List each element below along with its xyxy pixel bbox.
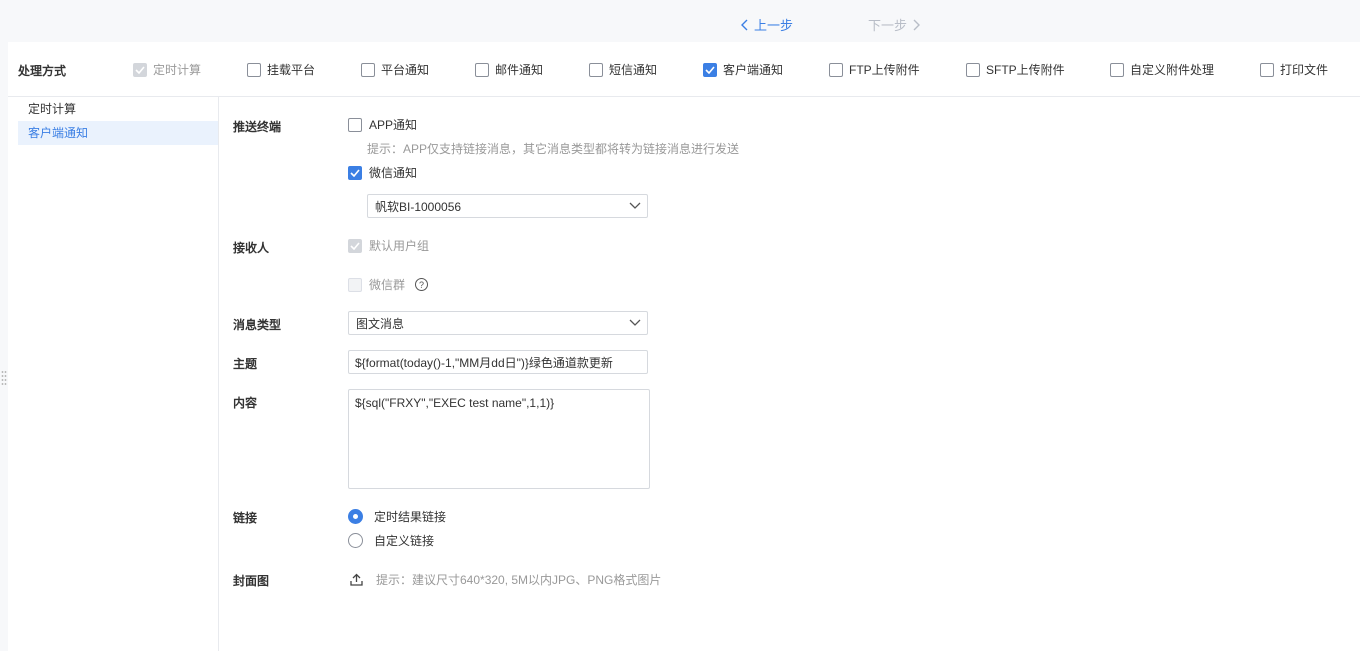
link-option-custom[interactable]: 自定义链接 [348, 532, 434, 549]
radio-selected[interactable] [348, 509, 363, 524]
method-option-client-notify[interactable]: 客户端通知 [703, 61, 783, 78]
checkbox[interactable] [829, 62, 843, 77]
processing-method-label: 处理方式 [18, 64, 67, 78]
processing-method-row: 处理方式 定时计算 挂载平台 平台通知 邮件通知 短信通知 客户端通知 FTP上… [8, 42, 1360, 97]
method-option-sftp-upload[interactable]: SFTP上传附件 [966, 61, 1065, 78]
message-type-label: 消息类型 [233, 318, 282, 332]
wechat-account-select[interactable]: 帆软BI-1000056 [367, 194, 648, 218]
sidebar: 定时计算 客户端通知 [8, 97, 219, 651]
checkbox-checked[interactable] [703, 62, 717, 77]
content-label: 内容 [233, 396, 258, 410]
link-option-scheduled-result[interactable]: 定时结果链接 [348, 508, 446, 525]
settings-panel: 处理方式 定时计算 挂载平台 平台通知 邮件通知 短信通知 客户端通知 FTP上… [8, 42, 1360, 651]
checkbox[interactable] [1260, 62, 1274, 77]
link-label: 链接 [233, 511, 258, 525]
method-option-print-file[interactable]: 打印文件 [1260, 61, 1328, 78]
chevron-left-icon [741, 19, 748, 30]
checkbox-checked[interactable] [348, 165, 362, 180]
subject-label: 主题 [233, 357, 258, 371]
checkbox-checked-disabled [133, 62, 147, 77]
content-textarea[interactable]: ${sql("FRXY","EXEC test name",1,1)} [348, 389, 650, 489]
next-step-label: 下一步 [868, 18, 908, 33]
prev-step-button[interactable]: 上一步 [740, 15, 793, 34]
sidebar-item-scheduled-calc[interactable]: 定时计算 [18, 97, 218, 121]
cover-upload[interactable]: 提示：建议尺寸640*320, 5M以内JPG、PNG格式图片 [350, 571, 661, 588]
checkbox[interactable] [348, 117, 362, 132]
chevron-down-icon [629, 202, 641, 209]
checkbox[interactable] [966, 62, 980, 77]
checkbox-checked-disabled [348, 238, 362, 253]
checkbox[interactable] [589, 62, 603, 77]
checkbox[interactable] [475, 62, 489, 77]
wechat-notify-option[interactable]: 微信通知 [348, 164, 417, 181]
checkbox[interactable] [361, 62, 375, 77]
checkbox[interactable] [247, 62, 261, 77]
chevron-right-icon [913, 19, 921, 30]
method-option-sms-notify[interactable]: 短信通知 [589, 61, 657, 78]
subject-input[interactable]: ${format(today()-1,"MM月dd日")}绿色通道款更新 [348, 350, 648, 374]
sidebar-item-client-notify[interactable]: 客户端通知 [18, 121, 218, 145]
app-notify-option[interactable]: APP通知 [348, 116, 417, 133]
prev-step-label: 上一步 [754, 18, 794, 33]
wizard-nav: 上一步 下一步 [0, 0, 1360, 42]
default-group-option: 默认用户组 [348, 237, 429, 254]
next-step-button[interactable]: 下一步 [868, 15, 921, 34]
cover-hint: 提示：建议尺寸640*320, 5M以内JPG、PNG格式图片 [376, 573, 662, 587]
checkbox[interactable] [1110, 62, 1124, 77]
method-option-platform-notify[interactable]: 平台通知 [361, 61, 429, 78]
message-type-select[interactable]: 图文消息 [348, 311, 648, 335]
help-icon[interactable]: ? [415, 278, 429, 291]
radio[interactable] [348, 533, 363, 548]
method-option-email-notify[interactable]: 邮件通知 [475, 61, 543, 78]
chevron-down-icon [629, 319, 641, 326]
receiver-label: 接收人 [233, 241, 270, 255]
wechat-group-option: 微信群 ? [348, 276, 429, 293]
drag-handle-icon[interactable] [1, 370, 7, 386]
checkbox-disabled [348, 277, 362, 292]
app-notify-hint: 提示：APP仅支持链接消息，其它消息类型都将转为链接消息进行发送 [367, 142, 740, 156]
method-option-ftp-upload[interactable]: FTP上传附件 [829, 61, 920, 78]
upload-icon[interactable] [350, 573, 363, 586]
method-option-mount-platform[interactable]: 挂载平台 [247, 61, 315, 78]
cover-label: 封面图 [233, 574, 270, 588]
method-option-scheduled-calc: 定时计算 [133, 61, 201, 78]
method-option-custom-attachment[interactable]: 自定义附件处理 [1110, 61, 1214, 78]
push-terminal-label: 推送终端 [233, 120, 282, 134]
